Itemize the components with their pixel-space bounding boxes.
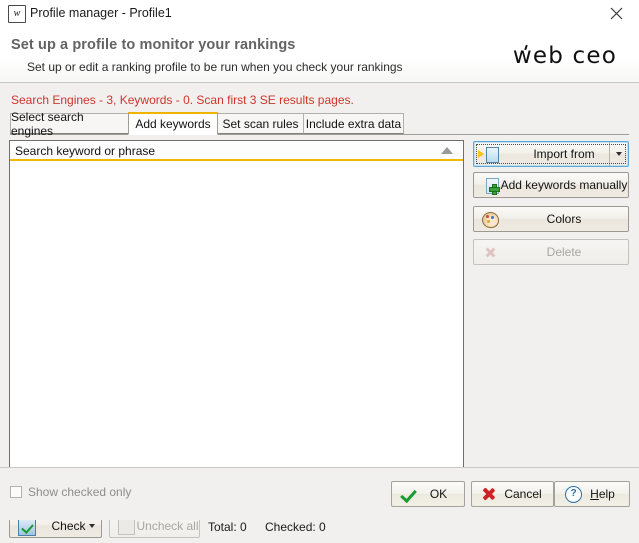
tab-label: Select search engines: [11, 109, 84, 138]
question-mark-icon: ?: [562, 486, 582, 503]
import-document-icon: [478, 145, 500, 163]
cancel-button[interactable]: Cancel: [471, 481, 554, 507]
window-title: Profile manager - Profile1: [30, 6, 172, 20]
button-label: Add keywords manually: [500, 178, 628, 192]
profile-manager-window: w Profile manager - Profile1 Set up a pr…: [0, 0, 639, 538]
button-label: Colors: [546, 212, 582, 226]
palette-icon: [478, 210, 500, 228]
page-title: Set up a profile to monitor your ranking…: [11, 37, 296, 53]
tab-add-keywords[interactable]: Add keywords: [128, 112, 218, 135]
total-count: Total: 0: [208, 520, 247, 534]
button-label: Delete: [546, 245, 582, 259]
column-header-keyword: Search keyword or phrase: [15, 144, 156, 158]
title-bar: w Profile manager - Profile1: [0, 0, 639, 27]
keyword-list-body[interactable]: [10, 163, 463, 507]
checkbox-label: Show checked only: [28, 485, 132, 499]
keyword-list[interactable]: Search keyword or phrase: [9, 140, 464, 508]
keyword-list-header[interactable]: Search keyword or phrase: [10, 141, 463, 161]
button-label: Cancel: [504, 487, 542, 501]
header-banner: Set up a profile to monitor your ranking…: [0, 27, 639, 83]
app-icon: w: [8, 5, 26, 23]
logo-text: web ceo: [512, 43, 617, 69]
close-icon[interactable]: [594, 0, 639, 27]
ok-button[interactable]: OK: [391, 481, 465, 507]
tab-set-scan-rules[interactable]: Set scan rules: [217, 113, 304, 134]
status-summary: Search Engines - 3, Keywords - 0. Scan f…: [11, 93, 354, 107]
checked-count: Checked: 0: [265, 520, 326, 534]
sort-ascending-icon[interactable]: [441, 147, 453, 154]
colors-button[interactable]: Colors: [473, 206, 629, 232]
document-add-icon: [478, 176, 500, 195]
add-keywords-manually-button[interactable]: Add keywords manually: [473, 172, 629, 198]
import-from-dropdown-arrow[interactable]: [609, 142, 628, 166]
import-from-button[interactable]: Import from: [473, 141, 629, 167]
webceo-logo: web ceo: [513, 43, 617, 69]
x-icon: [479, 486, 499, 502]
checkmark-icon: [399, 486, 419, 502]
dialog-body: Search Engines - 3, Keywords - 0. Scan f…: [0, 83, 639, 538]
button-label: OK: [429, 487, 448, 501]
delete-icon: [478, 243, 500, 261]
button-label: Help: [590, 487, 615, 501]
button-label: Uncheck all: [136, 518, 199, 533]
tab-label: Include extra data: [305, 116, 402, 131]
tab-label: Add keywords: [135, 117, 211, 131]
show-checked-only-checkbox[interactable]: Show checked only: [10, 485, 131, 499]
delete-button[interactable]: Delete: [473, 239, 629, 265]
help-button[interactable]: ? Help: [554, 481, 630, 507]
page-subtitle: Set up or edit a ranking profile to be r…: [27, 60, 403, 74]
dialog-footer: Show checked only OK Cancel ? Help: [0, 468, 639, 520]
tab-include-extra-data[interactable]: Include extra data: [303, 113, 404, 134]
tab-label: Set scan rules: [222, 116, 299, 131]
tab-select-search-engines[interactable]: Select search engines: [10, 110, 130, 138]
checkbox-box: [10, 486, 22, 498]
